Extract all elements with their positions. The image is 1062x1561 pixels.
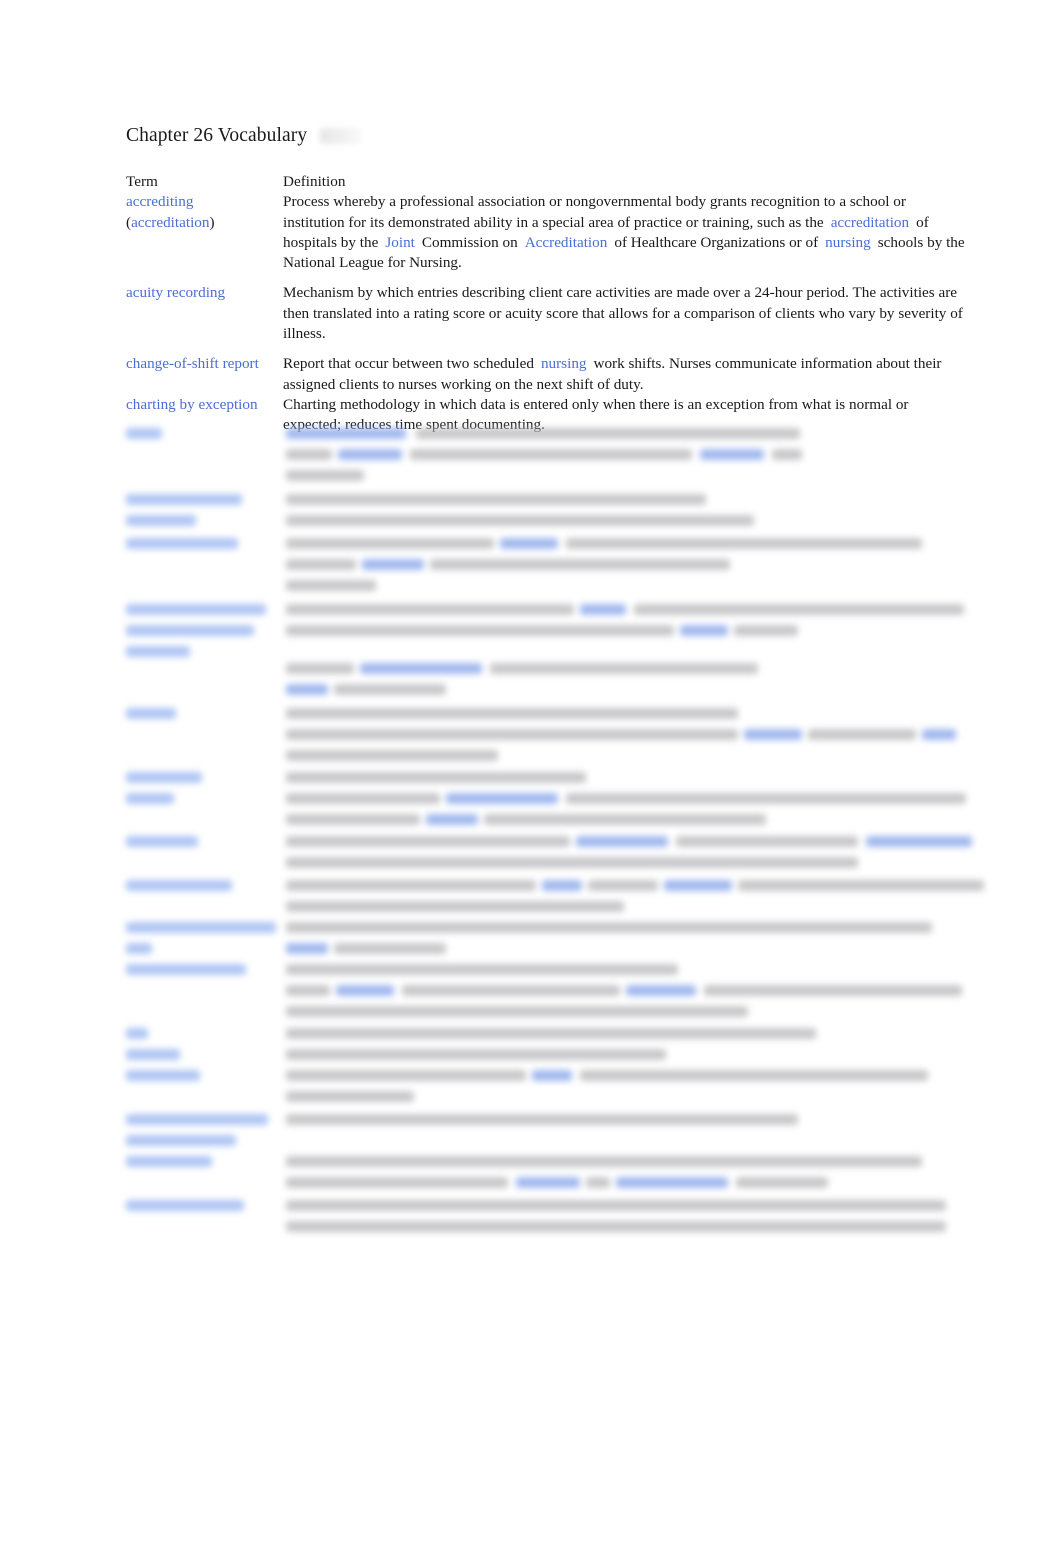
redacted-vocabulary-section bbox=[0, 418, 1062, 1248]
definition-link[interactable]: accreditation bbox=[824, 214, 916, 231]
vocab-term[interactable]: change-of-shift report bbox=[126, 354, 283, 374]
term-alt-word[interactable]: accreditation bbox=[131, 214, 209, 231]
definition-text: Charting methodology in which data is en… bbox=[283, 395, 909, 434]
vocab-term[interactable]: acuity recording bbox=[126, 283, 283, 303]
table-header-row: Term Definition bbox=[126, 172, 966, 192]
table-row: accrediting (accreditation) Process wher… bbox=[126, 192, 966, 273]
table-row: change-of-shift report Report that occur… bbox=[126, 354, 966, 395]
document-page: Chapter 26 Vocabulary Term Definition ac… bbox=[0, 0, 1062, 1561]
term-word[interactable]: accrediting bbox=[126, 193, 193, 210]
table-row: charting by exception Charting methodolo… bbox=[126, 395, 966, 436]
term-word[interactable]: charting by exception bbox=[126, 396, 258, 413]
definition-text: Commission on bbox=[421, 233, 518, 251]
definition-text: Report that occur between two scheduled bbox=[283, 355, 534, 373]
definition-link[interactable]: nursing bbox=[818, 234, 878, 251]
vocab-definition: Mechanism by which entries describing cl… bbox=[283, 283, 966, 344]
definition-text: of Healthcare Organizations or of bbox=[614, 233, 819, 251]
column-header-term: Term bbox=[126, 173, 158, 190]
table-row: acuity recording Mechanism by which entr… bbox=[126, 283, 966, 344]
row-spacer bbox=[126, 344, 966, 354]
definition-link[interactable]: Joint bbox=[378, 234, 422, 251]
title-highlight-smudge bbox=[320, 128, 360, 144]
definition-text: Mechanism by which entries describing cl… bbox=[283, 284, 963, 343]
column-header-definition: Definition bbox=[283, 173, 346, 190]
vocab-term[interactable]: accrediting (accreditation) bbox=[126, 192, 283, 233]
term-close-paren: ) bbox=[209, 213, 215, 231]
page-title: Chapter 26 Vocabulary bbox=[126, 125, 308, 146]
definition-link[interactable]: Accreditation bbox=[518, 234, 615, 251]
definition-text: Process whereby a professional associati… bbox=[283, 193, 906, 231]
term-word[interactable]: acuity recording bbox=[126, 284, 225, 301]
row-spacer bbox=[126, 273, 966, 283]
vocabulary-table: Term Definition accrediting (accreditati… bbox=[126, 172, 966, 436]
vocab-term[interactable]: charting by exception bbox=[126, 395, 283, 415]
vocab-definition: Process whereby a professional associati… bbox=[283, 192, 966, 273]
term-word[interactable]: change-of-shift report bbox=[126, 355, 259, 372]
vocab-definition: Charting methodology in which data is en… bbox=[283, 395, 966, 436]
vocab-definition: Report that occur between two scheduled n… bbox=[283, 354, 966, 395]
definition-link[interactable]: nursing bbox=[534, 355, 594, 372]
